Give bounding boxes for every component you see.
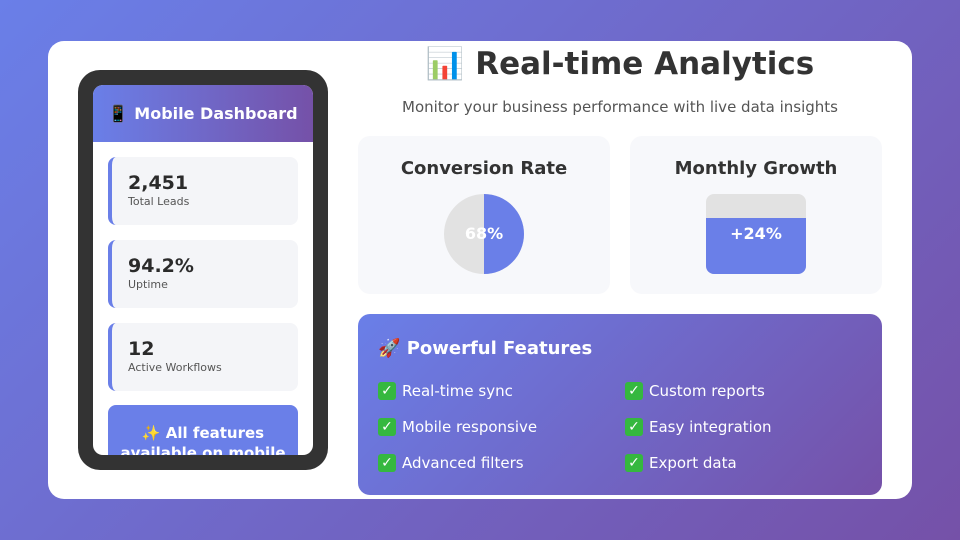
feature-item: ✓ Advanced filters (378, 454, 524, 472)
conversion-rate-value: 68% (464, 224, 504, 243)
mobile-dashboard-title: Mobile Dashboard (134, 104, 298, 123)
mobile-dashboard-header: 📱 Mobile Dashboard (93, 85, 313, 142)
rocket-icon: 🚀 (378, 338, 401, 359)
feature-label: Mobile responsive (402, 418, 538, 436)
monthly-growth-title: Monthly Growth (674, 158, 838, 179)
stat-card-total-leads: 2,451 Total Leads (108, 157, 298, 225)
stat-label: Total Leads (128, 195, 190, 208)
check-icon: ✓ (625, 418, 643, 436)
feature-item: ✓ Mobile responsive (378, 418, 537, 436)
feature-label: Real-time sync (402, 382, 513, 400)
stat-value: 94.2% (128, 255, 194, 277)
feature-label: Advanced filters (402, 454, 524, 472)
check-icon: ✓ (625, 454, 643, 472)
feature-item: ✓ Real-time sync (378, 382, 513, 400)
feature-item: ✓ Custom reports (625, 382, 765, 400)
bar-chart-icon: 📊 (425, 46, 465, 82)
features-title-text: Powerful Features (406, 338, 593, 359)
phone-screen: 📱 Mobile Dashboard 2,451 Total Leads 94.… (93, 85, 313, 455)
check-icon: ✓ (378, 454, 396, 472)
conversion-rate-panel: Conversion Rate 68% (358, 136, 610, 294)
monthly-growth-panel: Monthly Growth +24% (630, 136, 882, 294)
monthly-growth-value: +24% (730, 224, 782, 243)
check-icon: ✓ (625, 382, 643, 400)
feature-item: ✓ Easy integration (625, 418, 772, 436)
feature-item: ✓ Export data (625, 454, 737, 472)
stat-label: Uptime (128, 278, 168, 291)
feature-label: Easy integration (649, 418, 772, 436)
phone-icon: 📱 (108, 104, 129, 123)
stat-card-active-workflows: 12 Active Workflows (108, 323, 298, 391)
feature-label: Export data (649, 454, 737, 472)
check-icon: ✓ (378, 382, 396, 400)
stat-value: 2,451 (128, 172, 189, 194)
check-icon: ✓ (378, 418, 396, 436)
phone-mockup: 📱 Mobile Dashboard 2,451 Total Leads 94.… (78, 70, 328, 470)
page-title: 📊 Real-time Analytics (358, 45, 882, 82)
conversion-rate-title: Conversion Rate (400, 158, 568, 179)
stat-value: 12 (128, 338, 155, 360)
powerful-features-panel: 🚀 Powerful Features ✓ Real-time sync ✓ C… (358, 314, 882, 495)
page-title-text: Real-time Analytics (475, 46, 815, 82)
main-card: 📱 Mobile Dashboard 2,451 Total Leads 94.… (48, 41, 912, 499)
all-features-banner[interactable]: ✨ All features available on mobile (108, 405, 298, 455)
stat-label: Active Workflows (128, 361, 222, 374)
features-title: 🚀 Powerful Features (378, 338, 592, 359)
page-subtitle: Monitor your business performance with l… (402, 98, 838, 116)
stat-card-uptime: 94.2% Uptime (108, 240, 298, 308)
feature-label: Custom reports (649, 382, 765, 400)
